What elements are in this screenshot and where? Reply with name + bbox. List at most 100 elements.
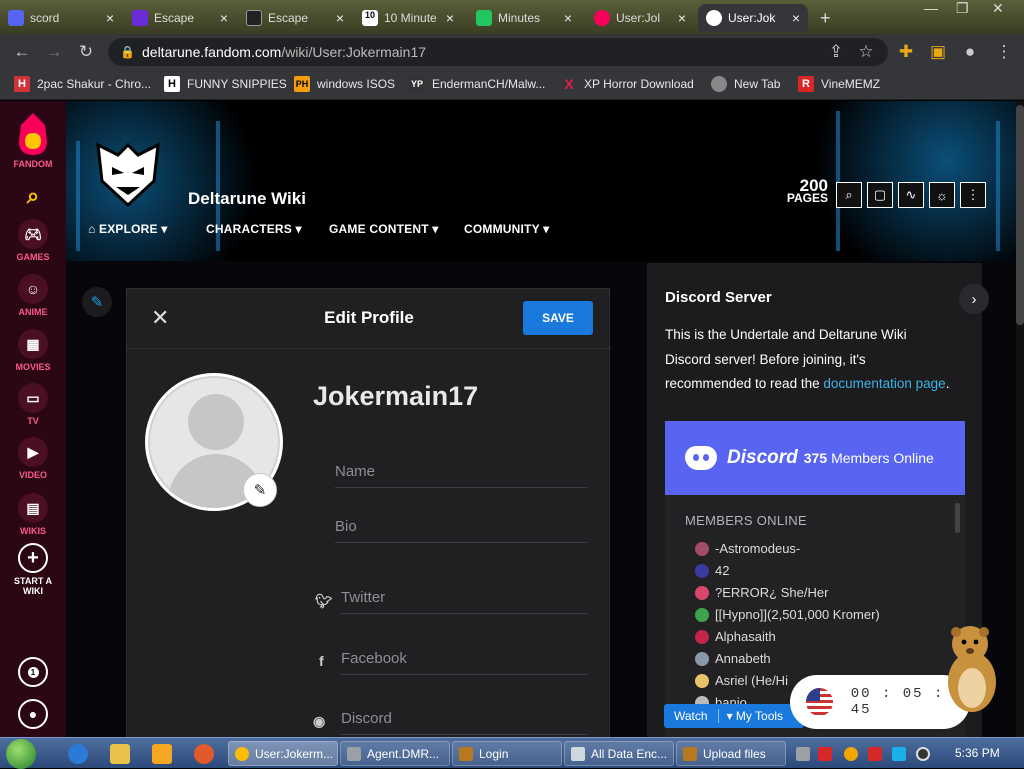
list-item[interactable]: Annabeth	[695, 651, 771, 666]
list-item[interactable]: 42	[695, 563, 729, 578]
edit-pencil-button[interactable]: ✎	[82, 287, 112, 317]
twitter-field[interactable]: Twitter	[341, 589, 587, 614]
nav-explore[interactable]: ⌂ EXPLORE ▾	[88, 222, 168, 236]
close-tab-icon[interactable]: ×	[446, 10, 454, 26]
tray-icon[interactable]	[796, 747, 810, 761]
discord-field[interactable]: Discord	[341, 710, 587, 735]
discuss-button[interactable]: ▢	[867, 182, 893, 208]
wiki-title[interactable]: Deltarune Wiki	[188, 189, 306, 209]
documentation-link[interactable]: documentation page	[823, 376, 945, 391]
browser-tab[interactable]: 10 10 Minute ×	[354, 4, 462, 32]
rail-item-wikis[interactable]: ▤ WIKIS	[0, 493, 66, 536]
browser-tab[interactable]: User:Jol ×	[586, 4, 694, 32]
file-explorer-icon[interactable]	[110, 744, 130, 764]
close-tab-icon[interactable]: ×	[336, 10, 344, 26]
user-account-button[interactable]: ●	[0, 699, 66, 732]
browser-tab[interactable]: Minutes ×	[468, 4, 580, 32]
my-tools-button[interactable]: ▾ My Tools	[719, 709, 784, 723]
tray-icon[interactable]	[844, 747, 858, 761]
rail-item-tv[interactable]: ▭ TV	[0, 383, 66, 426]
bookmark-item[interactable]: H FUNNY SNIPPIES	[164, 76, 287, 92]
taskbar-item[interactable]: User:Jokerm...	[228, 741, 338, 766]
discord-join-banner[interactable]: Discord 375 Members Online	[665, 421, 965, 495]
save-button[interactable]: SAVE	[523, 301, 593, 335]
app-shortcut-icon[interactable]	[194, 744, 214, 764]
bookmark-item[interactable]: R VineMEMZ	[798, 76, 880, 92]
new-tab-button[interactable]: +	[812, 4, 842, 32]
tab-label: scord	[30, 11, 60, 25]
minimize-icon[interactable]: —	[924, 0, 938, 16]
nav-game-content[interactable]: GAME CONTENT ▾	[329, 222, 439, 236]
reload-icon[interactable]: ↻	[76, 42, 96, 62]
bookmark-item[interactable]: PH windows ISOS	[294, 76, 395, 92]
list-item[interactable]: [[Hypno]](2,501,000 Kromer)	[695, 607, 880, 622]
activity-button[interactable]: ∿	[898, 182, 924, 208]
tray-icon[interactable]	[818, 747, 832, 761]
taskbar-item[interactable]: Agent.DMR...	[340, 741, 450, 766]
theme-toggle-button[interactable]: ☼	[929, 182, 955, 208]
tray-icon[interactable]	[868, 747, 882, 761]
internet-explorer-icon[interactable]	[68, 744, 88, 764]
rail-item-movies[interactable]: ▦ MOVIES	[0, 329, 66, 372]
menu-kebab-icon[interactable]: ⋮	[994, 42, 1014, 62]
start-button[interactable]	[6, 739, 36, 769]
bookmarks-bar: H 2pac Shakur - Chro... H FUNNY SNIPPIES…	[0, 70, 1024, 100]
bookmark-item[interactable]: X XP Horror Download	[561, 76, 694, 92]
extensions-icon[interactable]: ✚	[896, 42, 916, 62]
sidepanel-icon[interactable]: ▣	[928, 42, 948, 62]
search-icon[interactable]: ⌕	[0, 183, 66, 209]
share-icon[interactable]: ⇪	[826, 42, 846, 62]
members-scrollbar[interactable]	[955, 503, 960, 533]
tab-label: Escape	[268, 11, 309, 25]
list-item[interactable]: ?ERROR¿ She/Her	[695, 585, 828, 600]
profile-icon[interactable]: ●	[960, 42, 980, 62]
bio-field[interactable]: Bio	[335, 518, 587, 543]
member-avatar	[695, 651, 709, 666]
restore-icon[interactable]: ❐	[956, 0, 969, 17]
close-window-icon[interactable]: ✕	[992, 0, 1004, 17]
tray-icon[interactable]	[916, 747, 930, 761]
nav-characters[interactable]: CHARACTERS ▾	[206, 222, 302, 236]
watch-button[interactable]: Watch	[664, 709, 719, 723]
facebook-field[interactable]: Facebook	[341, 650, 587, 675]
list-item[interactable]: -Astromodeus-	[695, 541, 800, 556]
page-scrollbar-thumb[interactable]	[1016, 105, 1024, 325]
fandom-logo[interactable]: FANDOM	[0, 111, 66, 169]
taskbar-item[interactable]: Upload files	[676, 741, 786, 766]
nav-community[interactable]: COMMUNITY ▾	[464, 222, 549, 236]
edit-avatar-button[interactable]: ✎	[243, 473, 277, 507]
browser-tab[interactable]: Escape ×	[124, 4, 236, 32]
collapse-rail-button[interactable]: ›	[959, 284, 989, 314]
bookmark-star-icon[interactable]: ☆	[856, 42, 876, 62]
browser-tab[interactable]: scord ×	[0, 4, 122, 32]
close-tab-icon[interactable]: ×	[792, 10, 800, 26]
wiki-search-button[interactable]: ⌕	[836, 182, 862, 208]
taskbar-item[interactable]: All Data Enc...	[564, 741, 674, 766]
bookmark-item[interactable]: New Tab	[711, 76, 780, 92]
close-tab-icon[interactable]: ×	[106, 10, 114, 26]
close-tab-icon[interactable]: ×	[564, 10, 572, 26]
list-item[interactable]: Alphasaith	[695, 629, 776, 644]
address-bar[interactable]: 🔒 deltarune.fandom.com/wiki/User:Jokerma…	[108, 38, 888, 66]
rail-item-video[interactable]: ▶ VIDEO	[0, 437, 66, 480]
name-field[interactable]: Name	[335, 463, 587, 488]
wiki-more-button[interactable]: ⋮	[960, 182, 986, 208]
media-player-icon[interactable]	[152, 744, 172, 764]
notifications-button[interactable]: 1	[0, 657, 66, 690]
list-item[interactable]: Asriel (He/Hi	[695, 673, 788, 688]
bookmark-item[interactable]: H 2pac Shakur - Chro...	[14, 76, 151, 92]
start-a-wiki-button[interactable]: + START A WIKI	[0, 543, 66, 596]
back-icon[interactable]: ←	[12, 42, 32, 62]
rail-item-games[interactable]: 🎮︎ GAMES	[0, 219, 66, 262]
forward-icon[interactable]: →	[44, 42, 64, 62]
tab-label: User:Jol	[616, 11, 661, 25]
bookmark-item[interactable]: YP EndermanCH/Malw...	[409, 76, 545, 92]
browser-tab-active[interactable]: User:Jok ×	[698, 4, 808, 32]
tray-icon[interactable]	[892, 747, 906, 761]
close-tab-icon[interactable]: ×	[220, 10, 228, 26]
close-tab-icon[interactable]: ×	[678, 10, 686, 26]
rail-item-anime[interactable]: ☺ ANIME	[0, 274, 66, 317]
taskbar-clock[interactable]: 5:36 PM	[955, 746, 1000, 760]
browser-tab[interactable]: Escape ×	[238, 4, 352, 32]
taskbar-item[interactable]: Login	[452, 741, 562, 766]
